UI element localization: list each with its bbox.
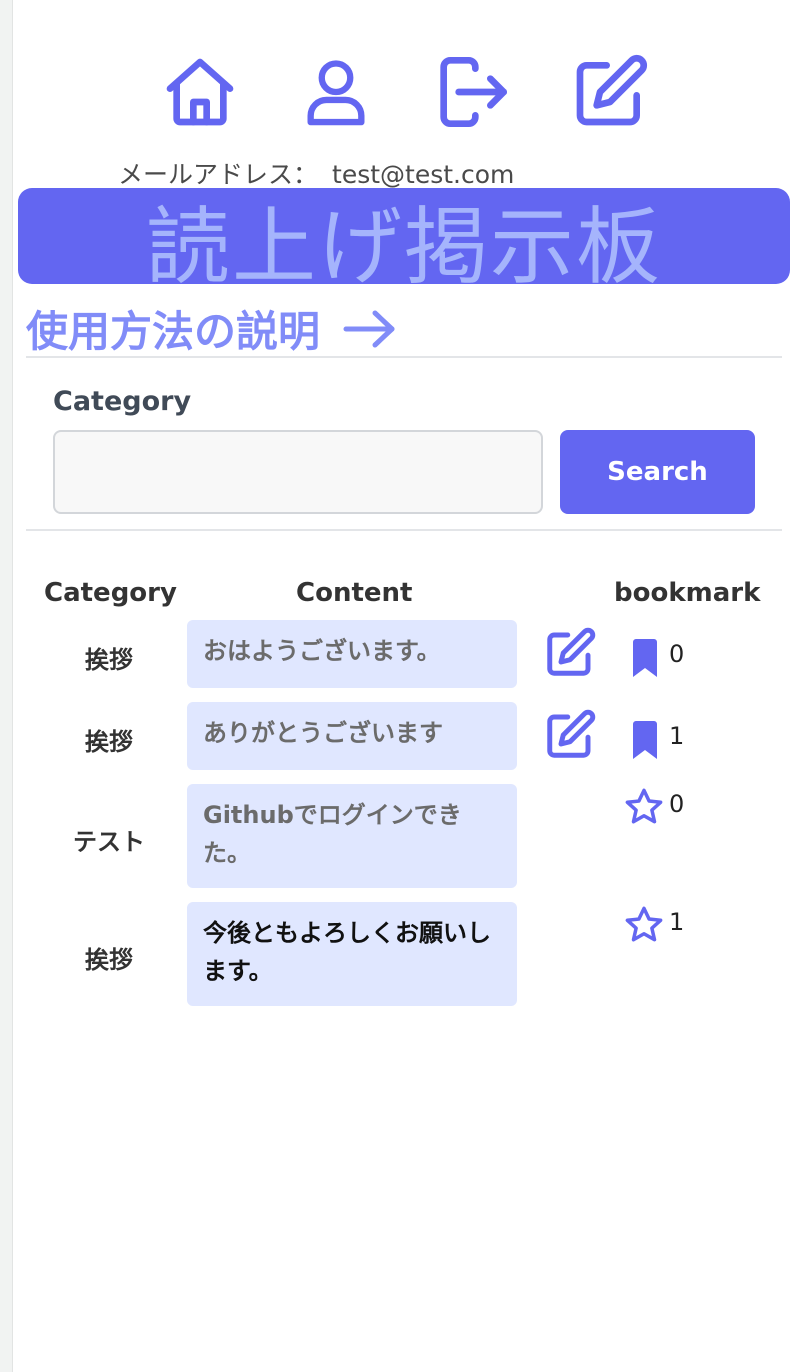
edit-icon[interactable] [570, 52, 650, 132]
divider-top [26, 356, 782, 358]
header-bookmark: bookmark [614, 578, 761, 608]
howto-label: 使用方法の説明 [26, 307, 321, 356]
bookmark-count: 0 [669, 640, 685, 668]
bookmark-icon[interactable] [631, 720, 659, 760]
row-content: おはようございます。 [187, 620, 517, 688]
arrow-right-icon [343, 310, 395, 347]
row-category: 挨拶 [85, 728, 133, 756]
header-content: Content [296, 578, 413, 608]
logout-icon[interactable] [430, 52, 514, 132]
left-gutter [0, 0, 13, 1372]
howto-link[interactable]: 使用方法の説明 [26, 298, 398, 359]
app-title: 読上げ掲示板 [145, 198, 662, 284]
title-banner: 読上げ掲示板 [18, 188, 790, 284]
user-icon[interactable] [298, 52, 374, 132]
row-category: テスト [73, 828, 145, 856]
bookmark-count: 1 [669, 722, 685, 750]
category-input[interactable] [53, 430, 543, 514]
email-label: メールアドレス： [118, 160, 319, 189]
top-nav [0, 0, 798, 150]
row-content: Githubでログインできた。 [187, 784, 517, 888]
star-icon[interactable] [622, 904, 666, 946]
row-content: 今後ともよろしくお願いします。 [187, 902, 517, 1006]
home-icon[interactable] [160, 52, 240, 132]
bookmark-count: 1 [669, 908, 685, 936]
bookmark-count: 0 [669, 790, 685, 818]
header-category: Category [44, 578, 177, 608]
email-line: メールアドレス： test@test.com [118, 155, 514, 191]
row-category: 挨拶 [85, 946, 133, 974]
edit-icon[interactable] [543, 708, 597, 762]
category-label: Category [53, 386, 192, 417]
search-button[interactable]: Search [560, 430, 755, 514]
email-value: test@test.com [332, 160, 515, 189]
divider-bottom [26, 529, 782, 531]
row-category: 挨拶 [85, 646, 133, 674]
bookmark-icon[interactable] [631, 638, 659, 678]
star-icon[interactable] [622, 786, 666, 828]
row-content: ありがとうございます [187, 702, 517, 770]
edit-icon[interactable] [543, 626, 597, 680]
